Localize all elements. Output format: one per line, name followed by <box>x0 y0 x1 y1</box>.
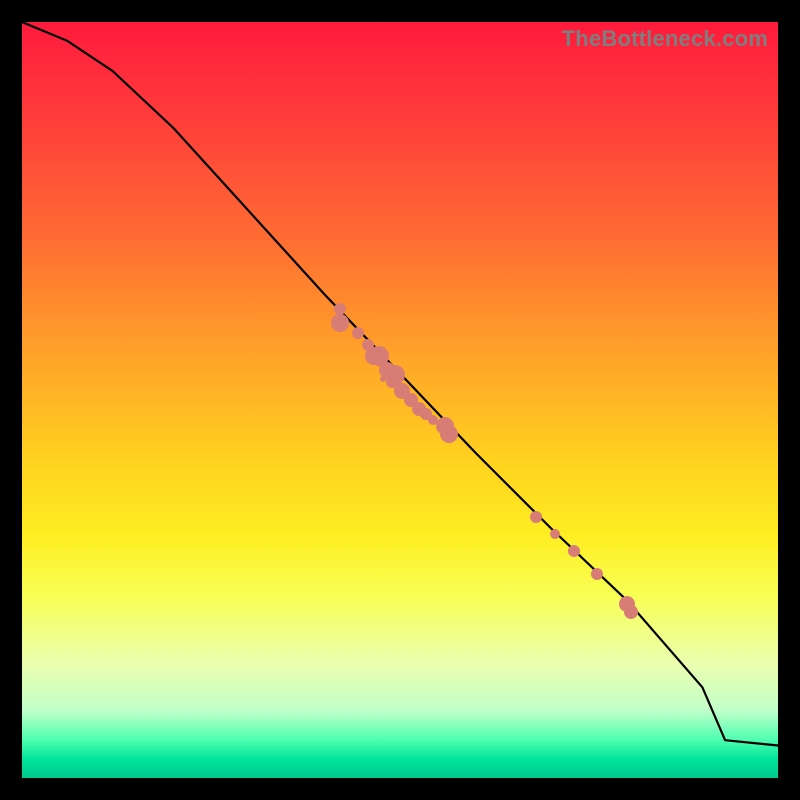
data-point <box>331 314 349 332</box>
data-point <box>440 425 458 443</box>
data-point <box>379 366 387 374</box>
trend-curve <box>22 22 778 778</box>
data-point <box>352 327 364 339</box>
data-point <box>530 511 542 523</box>
chart-stage: TheBottleneck.com <box>0 0 800 800</box>
data-point <box>568 545 580 557</box>
data-point <box>591 568 603 580</box>
plot-area: TheBottleneck.com <box>22 22 778 778</box>
data-point <box>380 376 386 382</box>
data-point <box>624 605 638 619</box>
data-point <box>550 529 560 539</box>
